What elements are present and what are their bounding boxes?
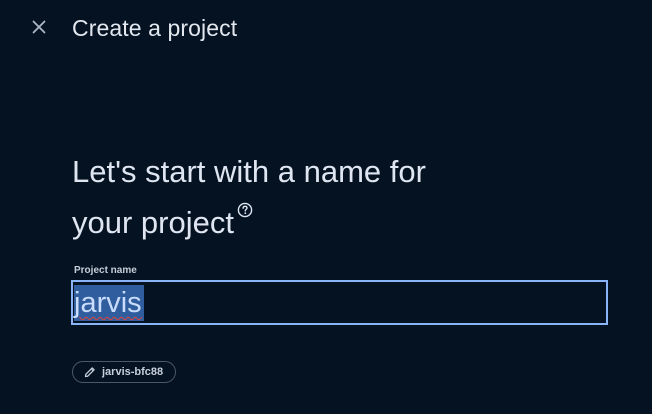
headline: Let's start with a name for your project bbox=[72, 146, 532, 248]
project-name-field[interactable]: jarvis bbox=[71, 280, 608, 325]
help-circle-icon[interactable] bbox=[237, 202, 253, 218]
page-title: Create a project bbox=[72, 15, 238, 41]
headline-line-2: your project bbox=[72, 197, 532, 248]
project-name-label: Project name bbox=[74, 265, 137, 276]
create-project-page: Create a project Let's start with a name… bbox=[0, 0, 652, 414]
close-icon bbox=[32, 20, 46, 34]
headline-line-2-text: your project bbox=[72, 205, 234, 240]
close-button[interactable] bbox=[28, 16, 50, 38]
project-id-chip[interactable]: jarvis-bfc88 bbox=[72, 361, 177, 383]
headline-line-1: Let's start with a name for bbox=[72, 154, 426, 189]
project-name-input[interactable]: jarvis bbox=[74, 285, 144, 321]
project-id-label: jarvis-bfc88 bbox=[102, 366, 164, 378]
pencil-icon bbox=[84, 367, 95, 378]
top-bar: Create a project bbox=[0, 0, 652, 56]
